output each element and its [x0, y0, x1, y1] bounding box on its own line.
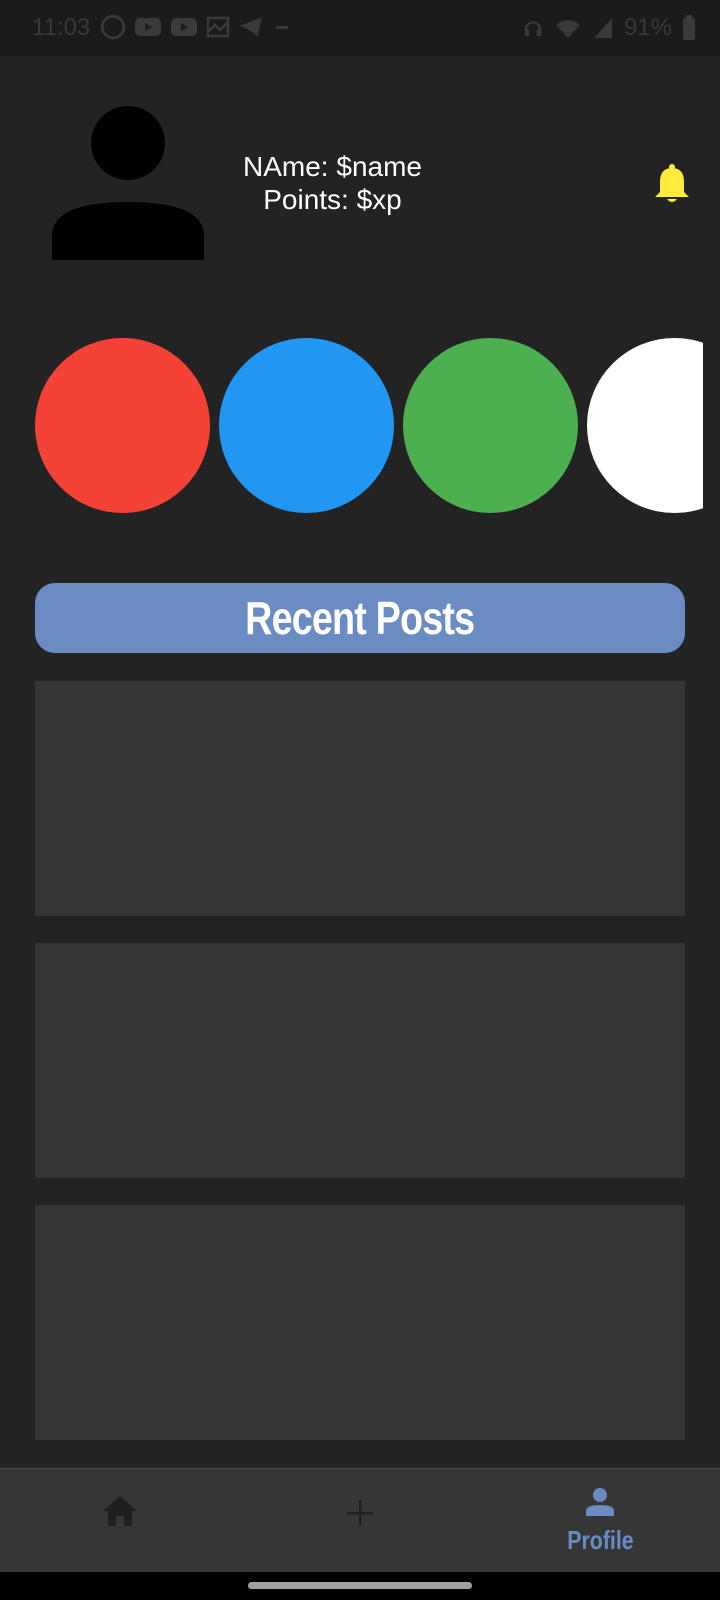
- nav-profile-label: Profile: [566, 1525, 634, 1555]
- person-icon: [586, 1488, 614, 1516]
- notification-icons: [100, 14, 292, 40]
- whatsapp-icon: [100, 14, 126, 40]
- story-circle[interactable]: [35, 338, 210, 513]
- status-bar: 11:03 91%: [0, 0, 720, 56]
- nav-add[interactable]: [300, 1469, 420, 1573]
- signal-icon: [593, 18, 612, 38]
- gesture-area: [0, 1572, 720, 1600]
- profile-points: Points: $xp: [263, 184, 402, 215]
- headset-icon: [524, 21, 542, 37]
- person-icon: [52, 106, 204, 260]
- gesture-handle[interactable]: [248, 1582, 472, 1589]
- system-icons: 91%: [522, 14, 696, 42]
- story-circle[interactable]: [587, 338, 703, 513]
- plus-icon: [347, 1500, 373, 1526]
- post-card[interactable]: [35, 681, 685, 916]
- story-circle[interactable]: [219, 338, 394, 513]
- battery-icon: [683, 15, 695, 40]
- youtube-icon: [171, 18, 197, 36]
- recent-posts-header: Recent Posts: [35, 583, 685, 653]
- bell-icon: [655, 164, 689, 202]
- profile-info: NAme: $name Points: $xp: [200, 150, 465, 216]
- recent-posts-title: Recent Posts: [245, 592, 475, 644]
- home-icon: [103, 1496, 137, 1526]
- nav-home[interactable]: [60, 1469, 180, 1573]
- post-card[interactable]: [35, 943, 685, 1178]
- youtube-icon: [135, 18, 161, 36]
- notifications-button[interactable]: [654, 164, 690, 204]
- minus-icon: [276, 26, 288, 29]
- nav-profile[interactable]: Profile: [540, 1469, 660, 1573]
- story-circle[interactable]: [403, 338, 578, 513]
- bottom-nav: Profile: [0, 1468, 720, 1573]
- stories-row[interactable]: [35, 338, 703, 513]
- profile-name: NAme: $name: [243, 151, 422, 182]
- status-time: 11:03: [32, 14, 91, 41]
- wifi-icon: [555, 20, 580, 38]
- gallery-icon: [206, 16, 230, 38]
- battery-percent: 91%: [623, 14, 672, 41]
- post-card[interactable]: [35, 1205, 685, 1440]
- profile-avatar[interactable]: [52, 106, 204, 260]
- telegram-icon: [240, 17, 262, 37]
